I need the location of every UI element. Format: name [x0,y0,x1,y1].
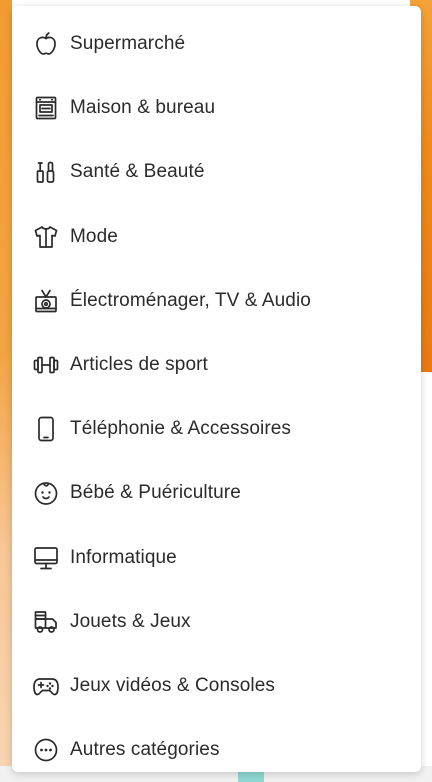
category-label: Mode [70,225,118,247]
category-item-autres[interactable]: Autres catégories [12,718,421,782]
category-label: Informatique [70,546,177,568]
category-item-jeux-videos[interactable]: Jeux vidéos & Consoles [12,654,421,718]
category-label: Articles de sport [70,354,208,376]
category-item-informatique[interactable]: Informatique [12,526,421,590]
category-item-articles-sport[interactable]: Articles de sport [12,333,421,397]
tshirt-icon [32,223,60,251]
category-item-electromenager[interactable]: Électroménager, TV & Audio [12,269,421,333]
baby-face-icon [32,479,60,507]
category-item-bebe[interactable]: Bébé & Puériculture [12,461,421,525]
category-label: Jeux vidéos & Consoles [70,674,275,696]
category-label: Autres catégories [70,739,220,761]
more-icon [32,736,60,764]
category-label: Santé & Beauté [70,161,205,183]
category-item-mode[interactable]: Mode [12,205,421,269]
category-label: Bébé & Puériculture [70,482,241,504]
appliance-icon [32,94,60,122]
gamepad-icon [32,672,60,700]
monitor-icon [32,544,60,572]
category-label: Supermarché [70,33,186,55]
background-page-left [0,0,12,782]
category-menu: Supermarché Maison & bureau Santé & Beau… [12,6,421,772]
category-label: Électroménager, TV & Audio [70,289,311,311]
tv-icon [32,287,60,315]
toy-truck-icon [32,608,60,636]
category-item-jouets[interactable]: Jouets & Jeux [12,590,421,654]
category-item-telephonie[interactable]: Téléphonie & Accessoires [12,397,421,461]
category-label: Téléphonie & Accessoires [70,418,292,440]
category-item-sante-beaute[interactable]: Santé & Beauté [12,140,421,204]
dumbbell-icon [32,351,60,379]
apple-icon [32,30,60,58]
category-item-maison-bureau[interactable]: Maison & bureau [12,76,421,140]
beauty-products-icon [32,158,60,186]
category-item-supermarche[interactable]: Supermarché [12,12,421,76]
category-label: Jouets & Jeux [70,610,191,632]
phone-icon [32,415,60,443]
category-label: Maison & bureau [70,97,216,119]
